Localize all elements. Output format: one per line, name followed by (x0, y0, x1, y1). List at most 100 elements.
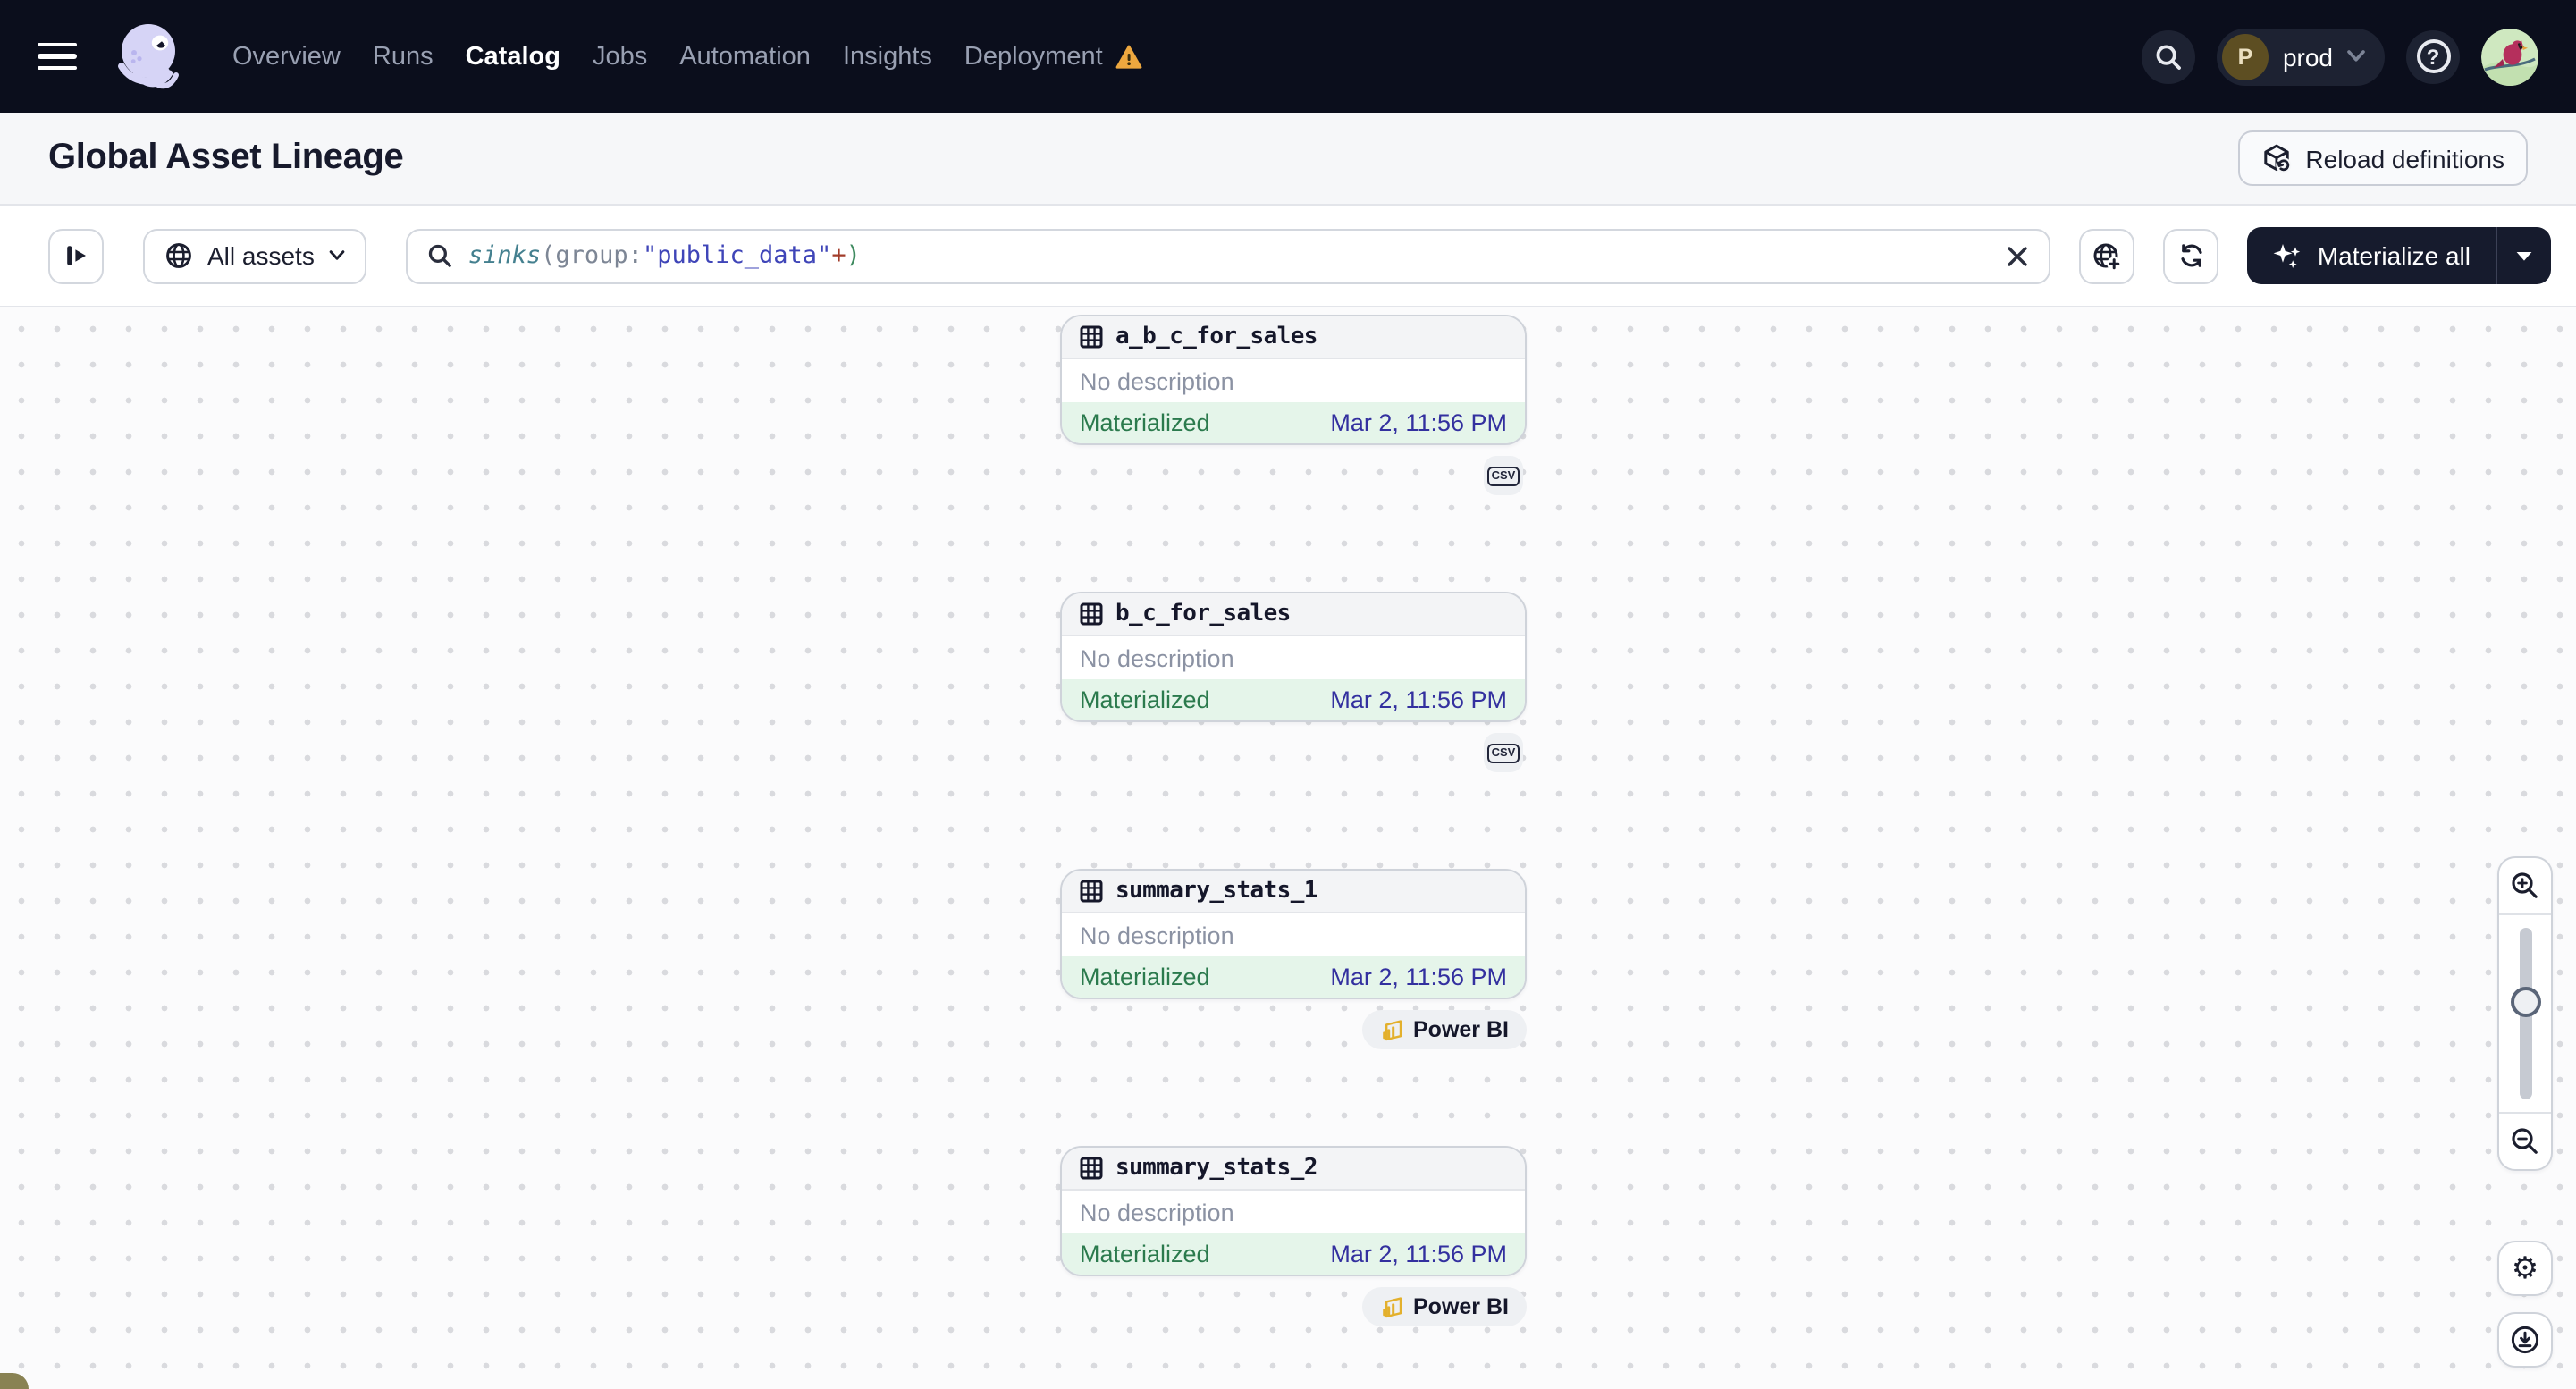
zoom-out-icon (2512, 1128, 2538, 1154)
lineage-canvas[interactable]: a_b_c_for_sales No description Materiali… (0, 307, 2576, 1389)
asset-node-header: summary_stats_2 (1062, 1148, 1525, 1191)
materialize-all-label: Materialize all (2317, 241, 2471, 270)
materialized-status: Materialized (1080, 686, 1210, 713)
kind-tag-powerbi[interactable]: Power BI (1361, 1010, 1527, 1049)
materialized-timestamp[interactable]: Mar 2, 11:56 PM (1330, 964, 1507, 990)
materialized-status: Materialized (1080, 409, 1210, 436)
reload-definitions-label: Reload definitions (2305, 144, 2504, 173)
top-nav: Overview Runs Catalog Jobs Automation In… (0, 0, 2576, 113)
materialized-timestamp[interactable]: Mar 2, 11:56 PM (1330, 1241, 1507, 1267)
nav-item-runs[interactable]: Runs (373, 42, 434, 71)
kind-tag-csv[interactable]: CSV (1484, 733, 1523, 772)
kind-tag-powerbi[interactable]: Power BI (1361, 1287, 1527, 1326)
nav-right-cluster: P prod ? (2141, 28, 2538, 85)
nav-item-deployment[interactable]: Deployment (964, 42, 1142, 71)
reload-definitions-button[interactable]: Reload definitions (2237, 130, 2528, 186)
csv-icon: CSV (1486, 466, 1520, 485)
asset-node-b-c-for-sales[interactable]: b_c_for_sales No description Materialize… (1060, 592, 1527, 722)
deployment-switcher[interactable]: P prod (2216, 28, 2385, 85)
view-full-graph-button[interactable] (2079, 228, 2135, 283)
dagster-logo-icon[interactable] (111, 17, 189, 96)
zoom-slider (2499, 913, 2551, 1114)
asset-status-bar: Materialized Mar 2, 11:56 PM (1062, 402, 1525, 443)
menu-icon[interactable] (38, 42, 77, 71)
chevron-down-icon (2347, 50, 2365, 62)
asset-status-bar: Materialized Mar 2, 11:56 PM (1062, 1233, 1525, 1275)
zoom-control-panel (2497, 856, 2553, 1171)
page-header: Global Asset Lineage Reload definitions (0, 113, 2576, 206)
nav-item-overview[interactable]: Overview (232, 42, 341, 71)
asset-node-header: b_c_for_sales (1062, 593, 1525, 636)
powerbi-icon (1382, 1296, 1402, 1317)
deployment-initial-badge: P (2221, 33, 2269, 80)
asset-description: No description (1080, 1199, 1234, 1225)
search-icon (428, 244, 451, 267)
asset-node-header: summary_stats_1 (1062, 871, 1525, 913)
materialize-all-button[interactable]: Materialize all (2248, 227, 2496, 284)
materialized-status: Materialized (1080, 964, 1210, 990)
materialized-timestamp[interactable]: Mar 2, 11:56 PM (1330, 686, 1507, 713)
minimap-corner (0, 1373, 29, 1389)
sparkles-icon (2274, 243, 2302, 267)
nav-item-automation[interactable]: Automation (679, 42, 811, 71)
search-button[interactable] (2141, 29, 2195, 83)
table-icon (1080, 880, 1103, 903)
gear-icon: ⚙ (2511, 1251, 2539, 1285)
asset-node-a-b-c-for-sales[interactable]: a_b_c_for_sales No description Materiali… (1060, 315, 1527, 445)
csv-icon: CSV (1486, 743, 1520, 762)
asset-description: No description (1080, 367, 1234, 394)
kind-tag-csv[interactable]: CSV (1484, 456, 1523, 495)
app-root: Overview Runs Catalog Jobs Automation In… (0, 0, 2576, 1389)
nav-item-catalog[interactable]: Catalog (466, 42, 560, 71)
asset-node-summary-stats-2[interactable]: summary_stats_2 No description Materiali… (1060, 1146, 1527, 1276)
kind-tag-label: Power BI (1413, 1017, 1509, 1042)
page-title: Global Asset Lineage (48, 138, 404, 177)
kind-tag-label: Power BI (1413, 1294, 1509, 1319)
nav-item-insights[interactable]: Insights (843, 42, 932, 71)
help-button[interactable]: ? (2406, 29, 2460, 83)
close-icon (2008, 246, 2028, 265)
asset-name: b_c_for_sales (1115, 601, 1291, 627)
asset-name: summary_stats_1 (1115, 878, 1317, 905)
chevron-down-icon (329, 250, 345, 260)
materialize-options-button[interactable] (2497, 227, 2551, 284)
asset-selection-input[interactable]: sinks(group:"public_data"+) (405, 228, 2051, 283)
download-icon (2511, 1326, 2539, 1354)
nav-menu: Overview Runs Catalog Jobs Automation In… (232, 42, 1142, 71)
asset-node-summary-stats-1[interactable]: summary_stats_1 No description Materiali… (1060, 869, 1527, 999)
download-image-button[interactable] (2497, 1312, 2553, 1368)
open-sidebar-button[interactable] (48, 228, 104, 283)
graph-settings-button[interactable]: ⚙ (2497, 1241, 2553, 1296)
lineage-toolbar: All assets sinks(group:"public_data"+) M… (0, 206, 2576, 307)
asset-selection-query: sinks(group:"public_data"+) (467, 241, 861, 270)
zoom-slider-handle[interactable] (2510, 987, 2540, 1017)
asset-status-bar: Materialized Mar 2, 11:56 PM (1062, 679, 1525, 720)
nav-item-jobs[interactable]: Jobs (593, 42, 647, 71)
powerbi-icon (1382, 1019, 1402, 1040)
search-icon (2156, 44, 2181, 69)
asset-name: summary_stats_2 (1115, 1155, 1317, 1182)
table-icon (1080, 602, 1103, 626)
clear-query-button[interactable] (2007, 244, 2030, 267)
zoom-in-button[interactable] (2499, 858, 2551, 913)
panel-expand-icon (66, 246, 85, 265)
reload-cube-icon (2263, 144, 2291, 173)
zoom-out-button[interactable] (2499, 1114, 2551, 1169)
refresh-icon (2181, 244, 2202, 267)
asset-node-header: a_b_c_for_sales (1062, 316, 1525, 359)
materialize-all-split-button: Materialize all (2247, 227, 2551, 284)
avatar-bird-image (2481, 28, 2538, 85)
user-avatar[interactable] (2481, 28, 2538, 85)
asset-status-bar: Materialized Mar 2, 11:56 PM (1062, 956, 1525, 998)
materialized-timestamp[interactable]: Mar 2, 11:56 PM (1330, 409, 1507, 436)
deployment-name: prod (2282, 42, 2333, 71)
globe-plus-icon (2094, 242, 2122, 270)
asset-scope-dropdown[interactable]: All assets (143, 228, 366, 283)
asset-description: No description (1080, 644, 1234, 671)
asset-scope-label: All assets (207, 241, 315, 270)
warning-icon (1115, 44, 1142, 68)
refresh-button[interactable] (2163, 228, 2219, 283)
globe-icon (166, 243, 191, 268)
materialized-status: Materialized (1080, 1241, 1210, 1267)
caret-down-icon (2516, 251, 2532, 260)
